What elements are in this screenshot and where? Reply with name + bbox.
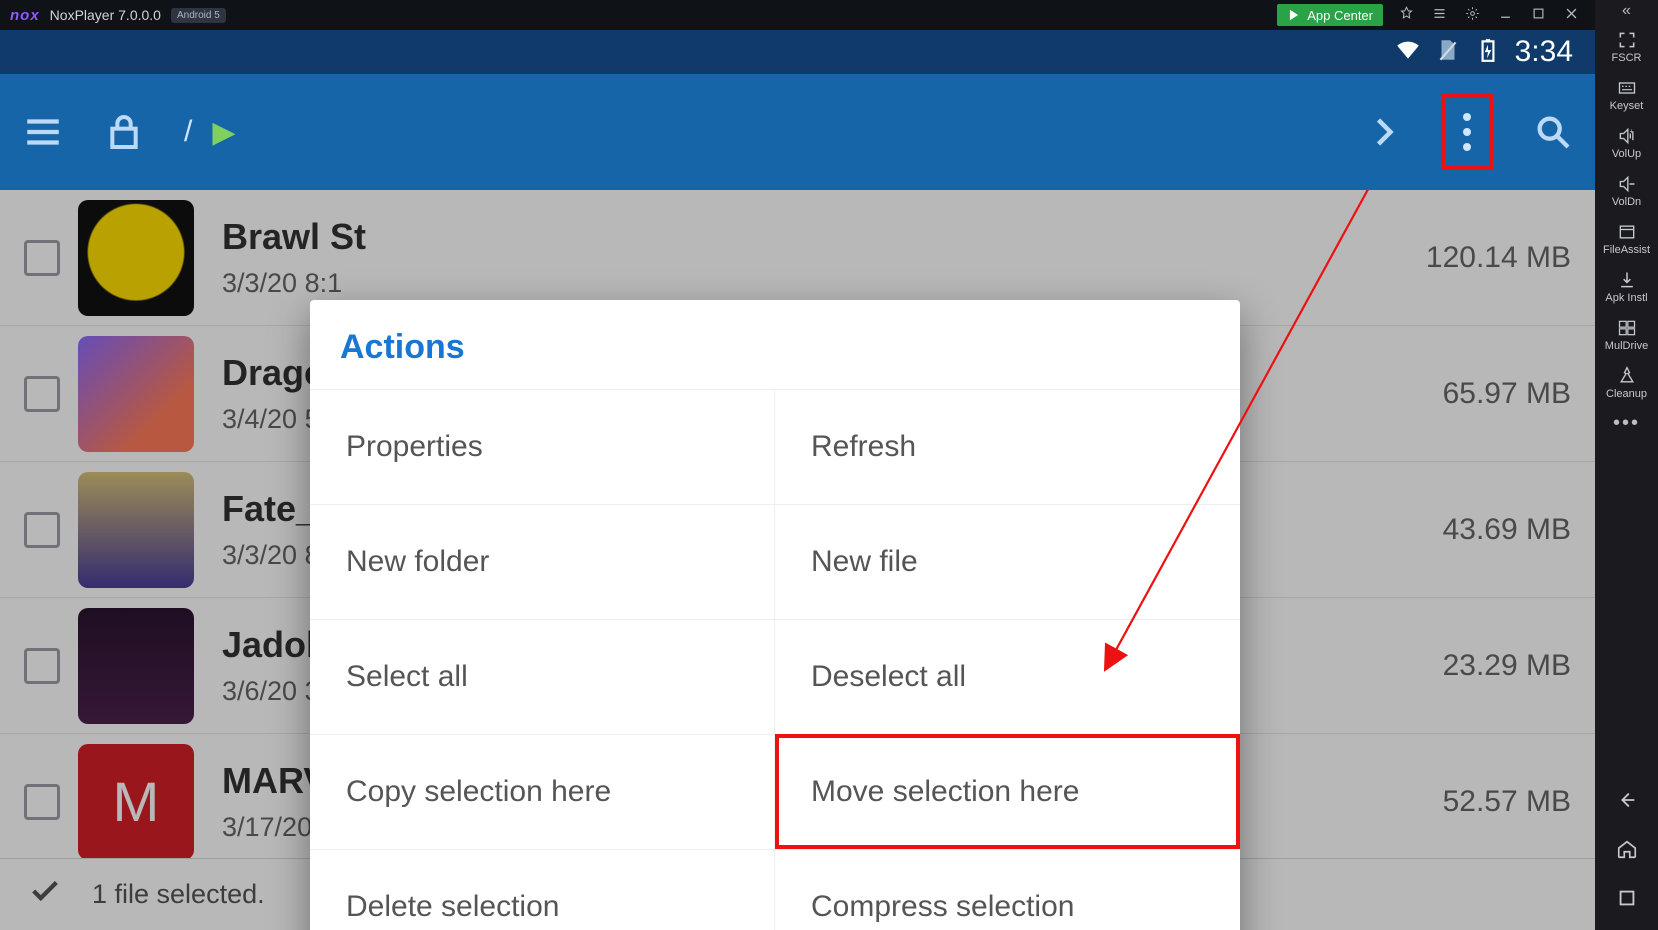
file-list: Brawl St 3/3/20 8:1 120.14 MB Dragon R 3… (0, 190, 1595, 930)
side-fullscreen[interactable]: FSCR (1595, 22, 1658, 70)
breadcrumb[interactable]: / ▶ (184, 115, 235, 150)
side-more-icon[interactable]: ••• (1613, 406, 1640, 441)
side-voldn[interactable]: VolDn (1595, 166, 1658, 214)
app-center-button[interactable]: App Center (1277, 4, 1383, 26)
android-status-bar: 3:34 (0, 30, 1595, 74)
side-label: FileAssist (1603, 244, 1650, 256)
nox-sidebar: « FSCR Keyset + VolUp VolDn FileAssist A… (1595, 0, 1658, 930)
close-icon[interactable] (1564, 6, 1579, 24)
gear-icon[interactable] (1465, 6, 1480, 24)
side-label: FSCR (1612, 52, 1642, 64)
nav-home-icon[interactable] (1616, 838, 1638, 863)
nox-logo: nox (10, 7, 40, 24)
search-icon[interactable] (1533, 112, 1573, 152)
side-volup[interactable]: + VolUp (1595, 118, 1658, 166)
side-label: MulDrive (1605, 340, 1648, 352)
side-apkinstall[interactable]: Apk Instl (1595, 262, 1658, 310)
filemanager-toolbar: / ▶ (0, 74, 1595, 190)
sim-icon (1435, 37, 1461, 68)
action-refresh[interactable]: Refresh (775, 389, 1240, 504)
breadcrumb-root[interactable]: / (184, 115, 192, 149)
action-new-file[interactable]: New file (775, 504, 1240, 619)
side-label: VolUp (1612, 148, 1641, 160)
action-select-all[interactable]: Select all (310, 619, 775, 734)
side-label: Keyset (1610, 100, 1644, 112)
side-muldrive[interactable]: MulDrive (1595, 310, 1658, 358)
side-fileassist[interactable]: FileAssist (1595, 214, 1658, 262)
actions-dialog: Actions Properties Refresh New folder Ne… (310, 300, 1240, 930)
pin-icon[interactable] (1399, 6, 1414, 24)
side-label: Apk Instl (1605, 292, 1647, 304)
maximize-icon[interactable] (1531, 6, 1546, 24)
hamburger-icon[interactable] (22, 111, 64, 153)
side-keyset[interactable]: Keyset (1595, 70, 1658, 118)
action-deselect-all[interactable]: Deselect all (775, 619, 1240, 734)
side-cleanup[interactable]: Cleanup (1595, 358, 1658, 406)
side-label: VolDn (1612, 196, 1641, 208)
action-new-folder[interactable]: New folder (310, 504, 775, 619)
action-properties[interactable]: Properties (310, 389, 775, 504)
overflow-menu-button[interactable] (1441, 94, 1493, 170)
action-move-selection-here[interactable]: Move selection here (775, 734, 1240, 849)
wifi-icon (1395, 37, 1421, 68)
app-center-label: App Center (1307, 8, 1373, 23)
chevron-right-icon[interactable] (1365, 114, 1401, 150)
battery-icon (1475, 37, 1501, 68)
dialog-title: Actions (310, 300, 1240, 389)
nav-back-icon[interactable] (1616, 789, 1638, 814)
action-delete-selection[interactable]: Delete selection (310, 849, 775, 930)
product-name: NoxPlayer 7.0.0.0 (50, 7, 161, 23)
android-badge: Android 5 (171, 8, 226, 23)
breadcrumb-arrow-icon: ▶ (212, 115, 235, 150)
action-compress-selection[interactable]: Compress selection (775, 849, 1240, 930)
collapse-icon[interactable]: « (1595, 0, 1658, 22)
side-label: Cleanup (1606, 388, 1647, 400)
lock-icon[interactable] (104, 112, 144, 152)
menu-icon[interactable] (1432, 6, 1447, 24)
status-clock: 3:34 (1515, 35, 1573, 69)
nav-recents-icon[interactable] (1616, 887, 1638, 912)
window-titlebar: nox NoxPlayer 7.0.0.0 Android 5 App Cent… (0, 0, 1595, 30)
svg-text:+: + (1629, 127, 1634, 136)
minimize-icon[interactable] (1498, 6, 1513, 24)
action-copy-selection-here[interactable]: Copy selection here (310, 734, 775, 849)
